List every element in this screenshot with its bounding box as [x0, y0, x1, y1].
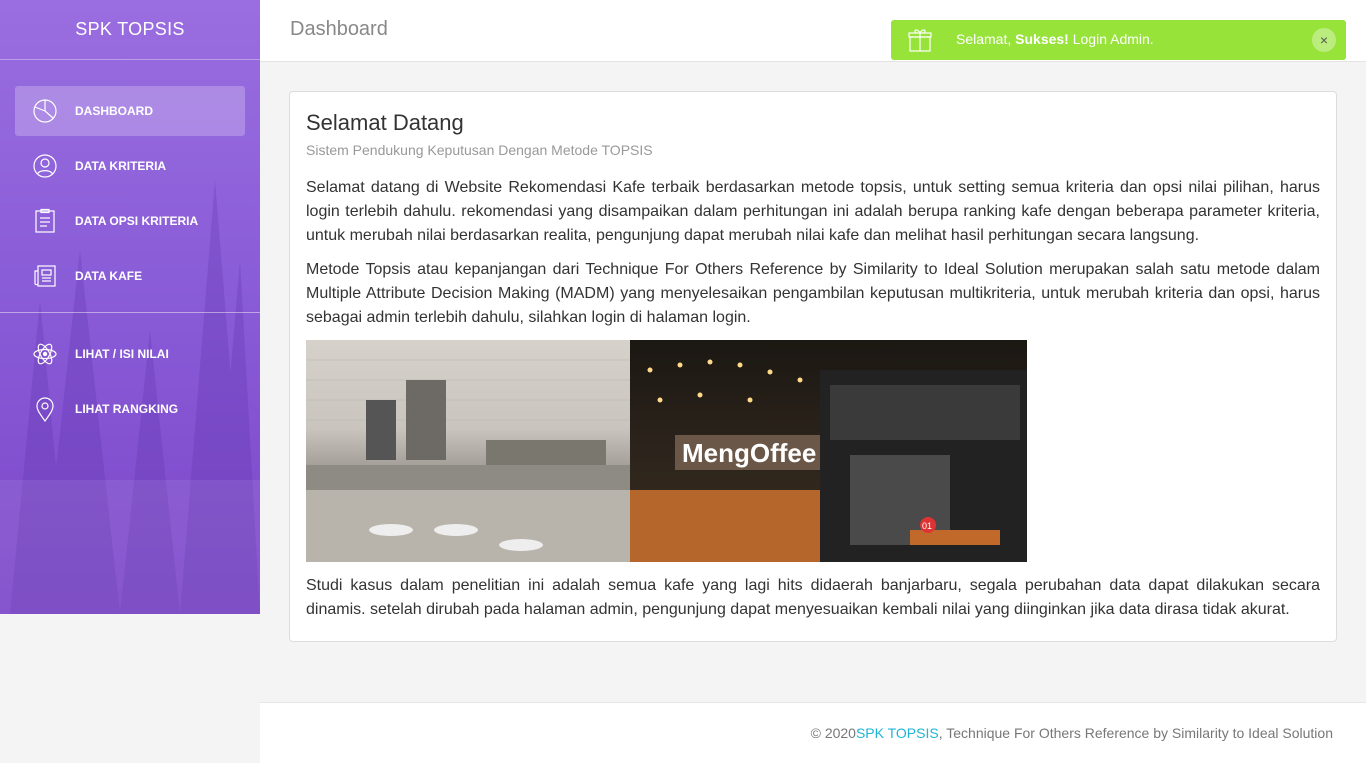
sidebar-item-label: LIHAT / ISI NILAI — [75, 347, 169, 361]
success-notification: Selamat, Sukses! Login Admin. × — [891, 20, 1346, 60]
welcome-card: Selamat Datang Sistem Pendukung Keputusa… — [289, 91, 1337, 642]
sidebar-nav-secondary: LIHAT / ISI NILAI LIHAT RANGKING — [0, 329, 260, 434]
sidebar-item-label: LIHAT RANGKING — [75, 402, 179, 416]
sidebar-item-data-kriteria[interactable]: DATA KRITERIA — [15, 141, 245, 191]
sidebar-item-label: DATA KRITERIA — [75, 159, 167, 173]
card-subtitle: Sistem Pendukung Keputusan Dengan Metode… — [306, 142, 653, 158]
cafe-interior-image — [306, 340, 630, 562]
notification-prefix: Selamat, — [956, 31, 1016, 47]
clipboard-icon — [31, 207, 59, 235]
sidebar-item-label: DASHBOARD — [75, 104, 153, 118]
sidebar: SPK TOPSIS DASHBOARD DATA KRITERIA DATA … — [0, 0, 260, 614]
cafe-night-image: MengOffee 01 — [630, 340, 1027, 562]
cafe-sign-text: MengOffee — [682, 438, 816, 468]
location-pin-icon — [31, 395, 59, 423]
close-icon: × — [1319, 32, 1329, 48]
sidebar-item-dashboard[interactable]: DASHBOARD — [15, 86, 245, 136]
sidebar-item-label: DATA OPSI KRITERIA — [75, 214, 199, 228]
cafe-images: MengOffee 01 — [306, 340, 1320, 562]
user-icon — [31, 152, 59, 180]
sidebar-divider — [0, 312, 260, 313]
notification-bold: Sukses! — [1015, 31, 1069, 47]
sidebar-item-lihat-rangking[interactable]: LIHAT RANGKING — [15, 384, 245, 434]
atom-icon — [31, 340, 59, 368]
notification-message: Selamat, Sukses! Login Admin. — [956, 31, 1154, 47]
sidebar-item-data-kafe[interactable]: DATA KAFE — [15, 251, 245, 301]
gift-icon — [908, 29, 932, 52]
intro-paragraph: Selamat datang di Website Rekomendasi Ka… — [306, 179, 1320, 244]
sidebar-item-label: DATA KAFE — [75, 269, 143, 283]
footer-copyright: © 2020 — [810, 725, 856, 741]
footer-brand-link[interactable]: SPK TOPSIS — [856, 725, 939, 741]
page-title: Dashboard — [290, 18, 388, 40]
news-icon — [31, 262, 59, 290]
close-notification-button[interactable]: × — [1312, 28, 1336, 52]
app-logo[interactable]: SPK TOPSIS — [0, 0, 260, 60]
footer-description: , Technique For Others Reference by Simi… — [938, 725, 1333, 741]
sidebar-item-data-opsi-kriteria[interactable]: DATA OPSI KRITERIA — [15, 196, 245, 246]
sidebar-nav: DASHBOARD DATA KRITERIA DATA OPSI KRITER… — [0, 60, 260, 301]
notification-suffix: Login Admin. — [1068, 31, 1154, 47]
pie-chart-icon — [31, 97, 59, 125]
topsis-paragraph: Metode Topsis atau kepanjangan dari Tech… — [306, 261, 1320, 326]
case-study-paragraph: Studi kasus dalam penelitian ini adalah … — [306, 577, 1320, 618]
card-title: Selamat Datang — [306, 110, 464, 135]
footer: © 2020 SPK TOPSIS , Technique For Others… — [260, 702, 1366, 763]
sidebar-item-lihat-isi-nilai[interactable]: LIHAT / ISI NILAI — [15, 329, 245, 379]
table-number-text: 01 — [922, 521, 932, 531]
